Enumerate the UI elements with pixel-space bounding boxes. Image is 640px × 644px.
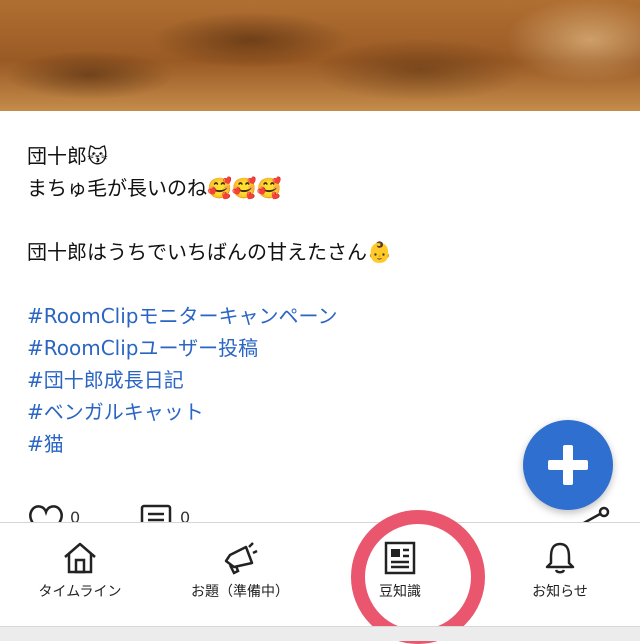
tab-notifications[interactable]: お知らせ (480, 523, 640, 627)
bell-icon (545, 542, 575, 574)
hashtag-link[interactable]: #RoomClipモニターキャンペーン (27, 300, 567, 332)
bottom-tab-bar: タイムライン お題（準備中） 豆知識 お知らせ (0, 522, 640, 627)
hashtag-link[interactable]: #RoomClipユーザー投稿 (27, 332, 567, 364)
hashtag-link[interactable]: #団十郎成長日記 (27, 364, 567, 396)
highlight-circle (351, 510, 485, 644)
like-button[interactable] (26, 504, 66, 524)
hashtag-link[interactable]: #猫 (27, 428, 567, 460)
home-icon (64, 542, 96, 574)
tab-label: タイムライン (38, 584, 122, 600)
caption-line-2: まちゅ毛が長いのね🥰🥰🥰 (27, 176, 282, 200)
post-photo[interactable] (0, 0, 640, 111)
tab-label: お知らせ (532, 584, 588, 600)
caption-line-1: 団十郎😽 (27, 144, 108, 168)
comment-button[interactable] (140, 504, 172, 524)
heart-icon (29, 505, 63, 524)
bottom-strip (0, 626, 640, 641)
tab-label: お題（準備中） (191, 584, 289, 600)
tab-topics[interactable]: お題（準備中） (160, 523, 320, 627)
post-caption: 団十郎😽 まちゅ毛が長いのね🥰🥰🥰 団十郎はうちでいちばんの甘えたさん👶 #Ro… (27, 140, 567, 460)
tab-timeline[interactable]: タイムライン (0, 523, 160, 627)
hashtag-link[interactable]: #ベンガルキャット (27, 396, 567, 428)
caption-line-3: 団十郎はうちでいちばんの甘えたさん👶 (27, 240, 392, 264)
megaphone-icon (224, 542, 258, 575)
add-post-button[interactable] (523, 420, 613, 510)
comment-icon (140, 504, 172, 524)
